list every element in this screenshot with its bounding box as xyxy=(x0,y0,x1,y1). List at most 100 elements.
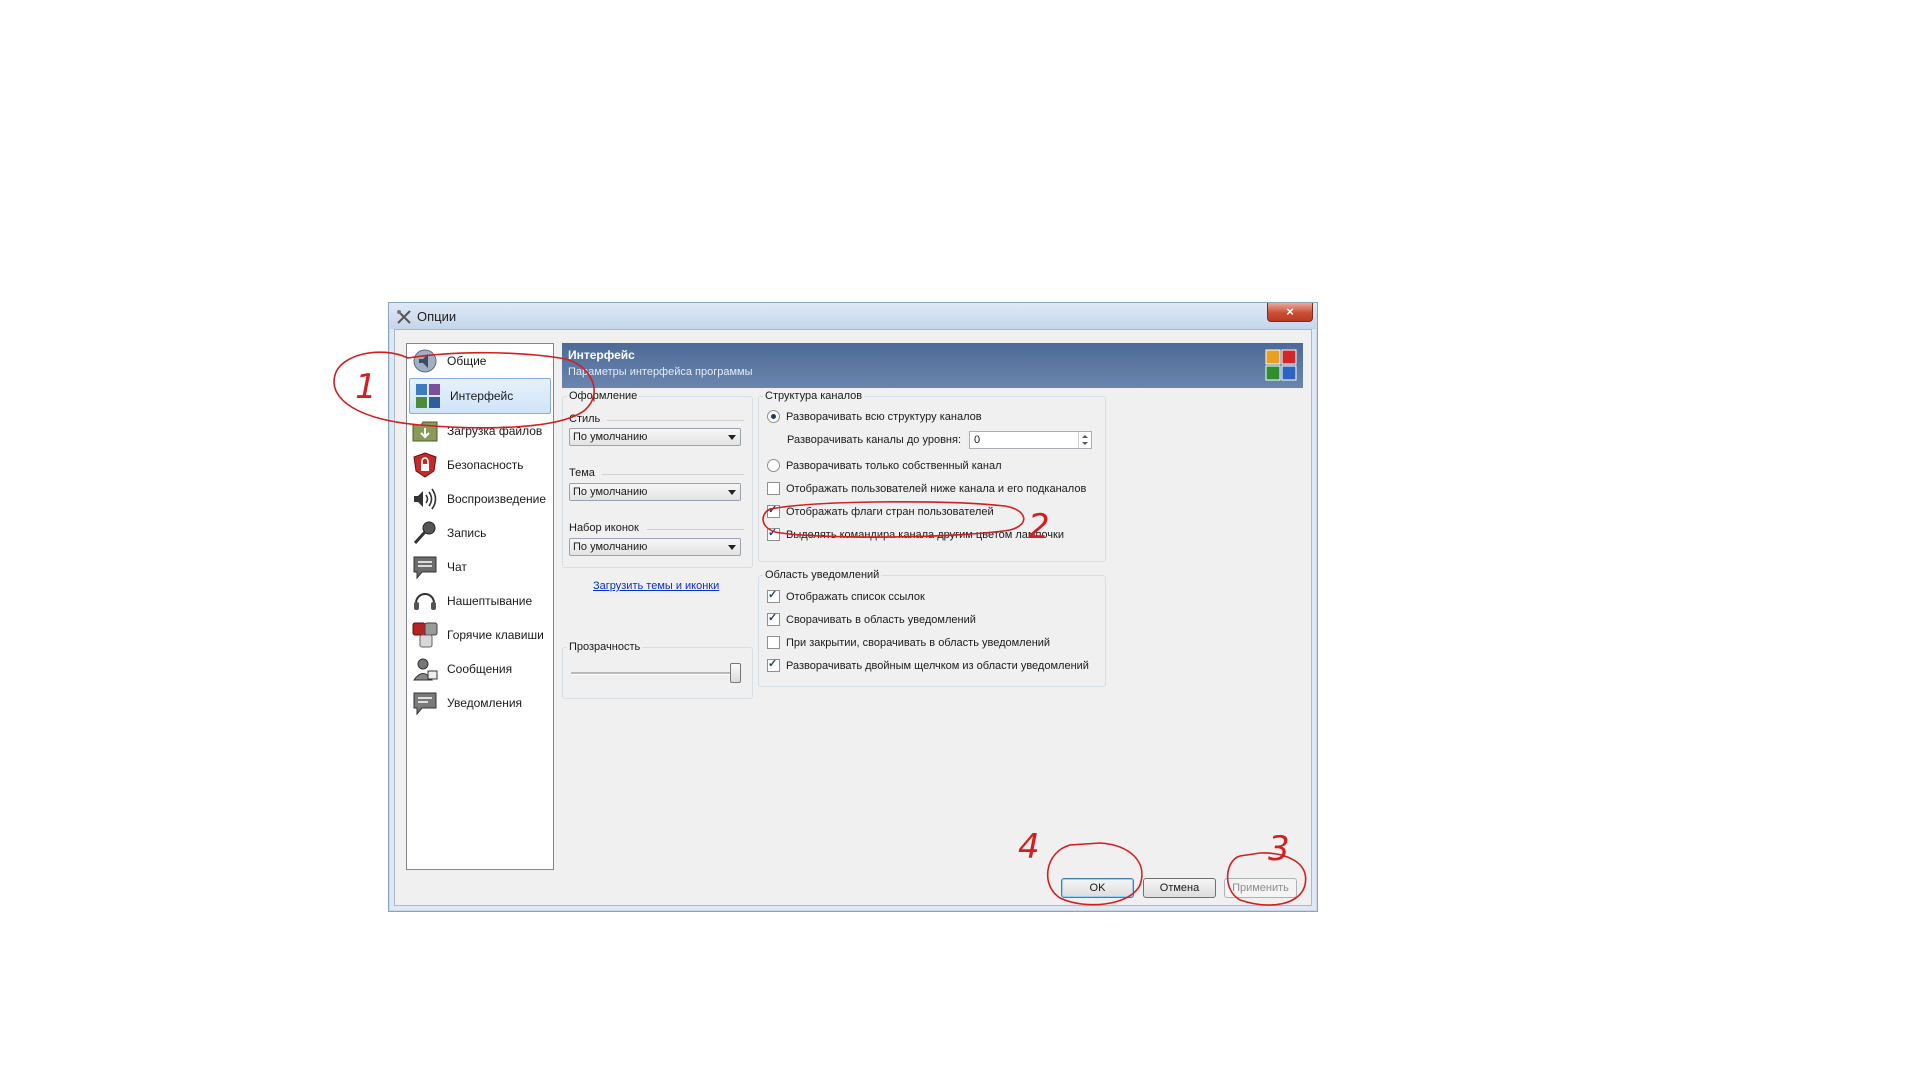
channel-tree-group-label: Структура каналов xyxy=(763,390,865,402)
expand-own-radio[interactable] xyxy=(767,459,780,472)
download-themes-link[interactable]: Загрузить темы и иконки xyxy=(593,580,719,592)
page-title: Интерфейс xyxy=(568,348,635,362)
iconset-label: Набор иконок xyxy=(569,522,639,534)
minimize-to-tray-option[interactable]: Сворачивать в область уведомлений xyxy=(767,611,976,626)
headset-icon xyxy=(414,593,436,610)
category-list[interactable]: Общие Интерфейс Загрузка файлов Безопасн… xyxy=(406,343,554,870)
highlight-commander-option[interactable]: Выделять командира канала другим цветом … xyxy=(767,526,1064,541)
chat-icon xyxy=(413,556,437,580)
transparency-group-label: Прозрачность xyxy=(567,641,643,653)
show-users-below-label: Отображать пользователей ниже канала и е… xyxy=(786,482,1087,495)
tray-group-label: Область уведомлений xyxy=(763,569,882,581)
sidebar-item-label: Интерфейс xyxy=(450,389,514,403)
sidebar-item-security[interactable]: Безопасность xyxy=(407,448,553,482)
expand-level-label: Разворачивать каналы до уровня: xyxy=(787,434,962,446)
sidebar-item-messages[interactable]: Сообщения xyxy=(407,652,553,686)
expand-own-option[interactable]: Разворачивать только собственный канал xyxy=(767,459,1002,472)
minimize-to-tray-label: Сворачивать в область уведомлений xyxy=(786,613,976,626)
spin-up-icon[interactable] xyxy=(1082,435,1088,438)
annotation-label-1: 1 xyxy=(355,367,377,407)
expand-all-label: Разворачивать всю структуру каналов xyxy=(786,410,982,423)
separator xyxy=(607,420,744,421)
sidebar-item-interface[interactable]: Интерфейс xyxy=(409,378,551,414)
sidebar-item-label: Сообщения xyxy=(447,662,513,676)
sidebar-item-chat[interactable]: Чат xyxy=(407,550,553,584)
options-window: Опции × Общие Интерфейс Загрузка файлов … xyxy=(388,302,1318,912)
expand-own-label: Разворачивать только собственный канал xyxy=(786,459,1002,472)
show-links-checkbox[interactable] xyxy=(767,588,780,603)
sidebar-item-capture[interactable]: Запись xyxy=(407,516,553,550)
sidebar-item-label: Загрузка файлов xyxy=(447,424,543,438)
transparency-slider-thumb[interactable] xyxy=(730,663,741,683)
show-links-option[interactable]: Отображать список ссылок xyxy=(767,588,925,603)
expand-all-radio[interactable] xyxy=(767,410,780,423)
page-header: Интерфейс Параметры интерфейса программы xyxy=(562,343,1303,388)
close-to-tray-option[interactable]: При закрытии, сворачивать в область увед… xyxy=(767,636,1050,649)
show-flags-option[interactable]: Отображать флаги стран пользователей xyxy=(767,503,994,518)
palette-icon xyxy=(416,384,440,408)
dblclick-restore-checkbox[interactable] xyxy=(767,657,780,672)
cancel-button[interactable]: Отмена xyxy=(1143,878,1216,898)
sidebar-item-label: Запись xyxy=(447,526,487,540)
dblclick-restore-option[interactable]: Разворачивать двойным щелчком из области… xyxy=(767,657,1089,672)
show-links-label: Отображать список ссылок xyxy=(786,590,925,603)
style-select[interactable]: По умолчанию xyxy=(569,428,741,446)
show-users-below-checkbox[interactable] xyxy=(767,482,780,495)
keys-icon xyxy=(412,622,438,648)
apply-button[interactable]: Применить xyxy=(1224,878,1297,898)
sidebar-item-hotkeys[interactable]: Горячие клавиши xyxy=(407,618,553,652)
highlight-commander-checkbox[interactable] xyxy=(767,526,780,541)
chevron-down-icon xyxy=(728,435,736,440)
theme-label: Тема xyxy=(569,467,595,479)
separator xyxy=(647,529,744,530)
show-flags-checkbox[interactable] xyxy=(767,503,780,518)
page-subtitle: Параметры интерфейса программы xyxy=(568,366,753,378)
sidebar-item-file-transfer[interactable]: Загрузка файлов xyxy=(407,414,553,448)
dblclick-restore-label: Разворачивать двойным щелчком из области… xyxy=(786,659,1089,672)
sidebar-item-label: Безопасность xyxy=(447,458,524,472)
show-users-below-option[interactable]: Отображать пользователей ниже канала и е… xyxy=(767,482,1086,495)
speaker-icon xyxy=(413,349,437,373)
palette-icon xyxy=(1265,349,1297,381)
minimize-to-tray-checkbox[interactable] xyxy=(767,611,780,626)
dialog-client: Общие Интерфейс Загрузка файлов Безопасн… xyxy=(394,329,1312,906)
sidebar-item-general[interactable]: Общие xyxy=(407,344,553,378)
microphone-icon xyxy=(413,521,436,545)
chevron-down-icon xyxy=(728,490,736,495)
separator xyxy=(602,474,744,475)
sidebar-item-label: Нашептывание xyxy=(447,594,533,608)
window-title: Опции xyxy=(417,309,457,324)
spin-buttons xyxy=(1078,432,1091,448)
show-flags-label: Отображать флаги стран пользователей xyxy=(786,505,994,518)
tools-icon xyxy=(397,310,411,324)
expand-level-spinbox[interactable]: 0 xyxy=(969,431,1092,449)
sidebar-item-label: Общие xyxy=(447,354,487,368)
sidebar-item-label: Воспроизведение xyxy=(447,492,547,506)
sidebar-item-label: Чат xyxy=(447,560,467,574)
close-button[interactable]: × xyxy=(1267,303,1313,322)
sidebar-item-notifications[interactable]: Уведомления xyxy=(407,686,553,720)
theme-select[interactable]: По умолчанию xyxy=(569,483,741,501)
transparency-slider-track[interactable] xyxy=(571,672,741,675)
folder-icon xyxy=(412,421,438,442)
appearance-group-label: Оформление xyxy=(567,390,640,402)
sidebar-item-label: Уведомления xyxy=(447,696,523,710)
title-bar[interactable]: Опции × xyxy=(389,303,1317,329)
expand-level-value: 0 xyxy=(974,434,981,446)
spin-down-icon[interactable] xyxy=(1082,442,1088,445)
close-icon: × xyxy=(1286,304,1294,319)
sidebar-item-playback[interactable]: Воспроизведение xyxy=(407,482,553,516)
sidebar-item-label: Горячие клавиши xyxy=(447,628,544,642)
style-label: Стиль xyxy=(569,413,601,425)
expand-all-option[interactable]: Разворачивать всю структуру каналов xyxy=(767,410,982,423)
iconset-select-value: По умолчанию xyxy=(573,541,648,553)
notification-icon xyxy=(413,692,437,716)
sidebar-item-whisper[interactable]: Нашептывание xyxy=(407,584,553,618)
highlight-commander-label: Выделять командира канала другим цветом … xyxy=(786,528,1064,541)
close-to-tray-checkbox[interactable] xyxy=(767,636,780,649)
style-select-value: По умолчанию xyxy=(573,431,648,443)
speaker-waves-icon xyxy=(414,488,437,510)
ok-button[interactable]: OK xyxy=(1061,878,1134,898)
user-message-icon xyxy=(413,658,438,681)
iconset-select[interactable]: По умолчанию xyxy=(569,538,741,556)
